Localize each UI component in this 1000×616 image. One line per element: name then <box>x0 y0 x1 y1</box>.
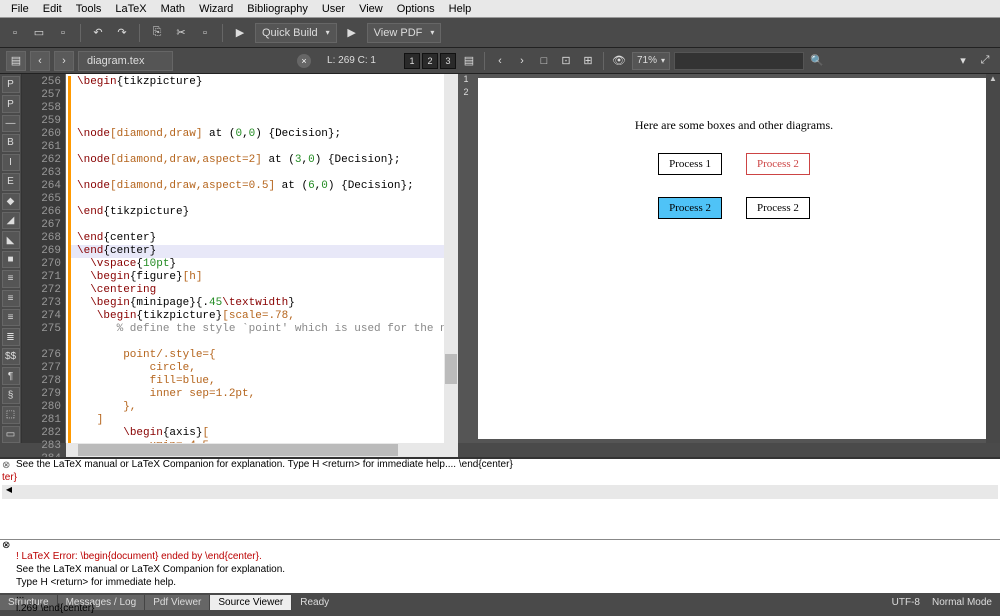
side-btn-3[interactable]: B <box>2 134 20 151</box>
side-btn-14[interactable]: $$ <box>2 348 20 365</box>
back-icon[interactable]: ‹ <box>30 51 50 71</box>
expand-icon[interactable]: ⤢ <box>976 52 994 70</box>
side-toolbar: PP — BIE ◆ ◢ ◣ ■ ≡ ≡ ≡ ≣ $$ ¶ § ⬚ ▭ <box>0 74 22 443</box>
zoom-combo[interactable]: 71% <box>632 52 670 70</box>
side-btn-5[interactable]: E <box>2 173 20 190</box>
page-2[interactable]: 2 <box>422 53 438 69</box>
list-icon[interactable]: ▤ <box>460 52 478 70</box>
file-toolbar: ▤ ‹ › diagram.tex × L: 269 C: 1 123 ▤ ‹ … <box>0 48 1000 74</box>
pdf-box: Process 1 <box>658 153 722 175</box>
cursor-position: L: 269 C: 1 <box>327 55 376 66</box>
side-btn-7[interactable]: ◢ <box>2 212 20 229</box>
pdf-box: Process 2 <box>658 197 722 219</box>
close-icon[interactable]: × <box>297 54 311 68</box>
new-icon[interactable]: ▫ <box>6 24 24 42</box>
menu-edit[interactable]: Edit <box>36 3 69 15</box>
menu-view[interactable]: View <box>352 3 390 15</box>
pdf-box: Process 2 <box>746 153 810 175</box>
forward-icon[interactable]: › <box>54 51 74 71</box>
marker-column: 12 <box>458 74 474 443</box>
pdf-box: Process 2 <box>746 197 810 219</box>
save-icon[interactable]: ▫ <box>54 24 72 42</box>
menu-user[interactable]: User <box>315 3 352 15</box>
log-suffix: ter} <box>2 472 998 485</box>
side-btn-15[interactable]: ¶ <box>2 367 20 384</box>
code-editor[interactable]: \begin{tikzpicture}\node[diamond,draw] a… <box>66 74 458 443</box>
menu-options[interactable]: Options <box>390 3 442 15</box>
side-btn-9[interactable]: ■ <box>2 251 20 268</box>
side-btn-16[interactable]: § <box>2 387 20 404</box>
log-line: See the LaTeX manual or LaTeX Companion … <box>2 564 998 577</box>
log-scrollbar[interactable]: ◀ <box>2 485 998 499</box>
log-text: See the LaTeX manual or LaTeX Companion … <box>2 459 998 472</box>
menubar: FileEditToolsLaTeXMathWizardBibliography… <box>0 0 1000 18</box>
side-btn-1[interactable]: P <box>2 95 20 112</box>
copy-icon[interactable]: ⎘ <box>148 24 166 42</box>
log-error: ! LaTeX Error: \begin{document} ended by… <box>2 551 998 564</box>
view-icon[interactable]: ▶ <box>343 24 361 42</box>
side-btn-17[interactable]: ⬚ <box>2 406 20 423</box>
side-btn-4[interactable]: I <box>2 154 20 171</box>
search-icon[interactable]: 🔍 <box>808 52 826 70</box>
side-btn-11[interactable]: ≡ <box>2 290 20 307</box>
log2-close-icon[interactable]: ⊗ <box>2 540 10 551</box>
nav2-icon[interactable]: › <box>513 52 531 70</box>
page-3[interactable]: 3 <box>440 53 456 69</box>
menu-icon[interactable]: ▤ <box>6 51 26 71</box>
editor-scrollbar-v[interactable] <box>444 74 458 443</box>
zoom2-icon[interactable]: ⊞ <box>579 52 597 70</box>
editor-scrollbar-h[interactable] <box>66 443 458 457</box>
menu-file[interactable]: File <box>4 3 36 15</box>
nav1-icon[interactable]: ‹ <box>491 52 509 70</box>
pdf-preview: Here are some boxes and other diagrams. … <box>474 74 1000 443</box>
log-line: ... <box>2 590 998 603</box>
undo-icon[interactable]: ↶ <box>89 24 107 42</box>
build-icon[interactable]: ▶ <box>231 24 249 42</box>
paste-icon[interactable]: ▫ <box>196 24 214 42</box>
menu-help[interactable]: Help <box>442 3 479 15</box>
log-line: l.269 \end{center} <box>2 603 998 616</box>
redo-icon[interactable]: ↷ <box>113 24 131 42</box>
side-btn-0[interactable]: P <box>2 76 20 93</box>
side-btn-18[interactable]: ▭ <box>2 426 20 443</box>
menu-latex[interactable]: LaTeX <box>108 3 153 15</box>
menu-math[interactable]: Math <box>154 3 192 15</box>
zoom1-icon[interactable]: ⊡ <box>557 52 575 70</box>
side-btn-10[interactable]: ≡ <box>2 270 20 287</box>
pdf-page: Here are some boxes and other diagrams. … <box>478 78 990 439</box>
menu-bibliography[interactable]: Bibliography <box>240 3 315 15</box>
log-panel-2: ⊗ ! LaTeX Error: \begin{document} ended … <box>0 539 1000 593</box>
side-btn-13[interactable]: ≣ <box>2 328 20 345</box>
main-toolbar: ▫ ▭ ▫ ↶ ↷ ⎘ ✂ ▫ ▶ Quick Build ▶ View PDF <box>0 18 1000 48</box>
log-line: Type H <return> for immediate help. <box>2 577 998 590</box>
main-area: PP — BIE ◆ ◢ ◣ ■ ≡ ≡ ≡ ≣ $$ ¶ § ⬚ ▭ 2562572582592602612… <box>0 74 1000 443</box>
pdf-scrollbar[interactable]: ▲ <box>986 74 1000 443</box>
view-combo[interactable]: View PDF <box>367 23 442 43</box>
config-icon[interactable]: ▾ <box>954 52 972 70</box>
side-btn-12[interactable]: ≡ <box>2 309 20 326</box>
cut-icon[interactable]: ✂ <box>172 24 190 42</box>
menu-tools[interactable]: Tools <box>69 3 109 15</box>
side-btn-8[interactable]: ◣ <box>2 231 20 248</box>
page-1[interactable]: 1 <box>404 53 420 69</box>
side-btn-6[interactable]: ◆ <box>2 193 20 210</box>
log-close-icon[interactable]: ⊗ <box>2 460 10 471</box>
search-input[interactable] <box>674 52 804 70</box>
eye-icon[interactable]: 👁 <box>610 52 628 70</box>
line-gutter: 2562572582592602612622632642652662672682… <box>22 74 66 443</box>
open-icon[interactable]: ▭ <box>30 24 48 42</box>
log-panel-1: ⊗ See the LaTeX manual or LaTeX Companio… <box>0 457 1000 539</box>
file-tab[interactable]: diagram.tex <box>78 51 173 71</box>
fit-icon[interactable]: □ <box>535 52 553 70</box>
build-combo[interactable]: Quick Build <box>255 23 337 43</box>
menu-wizard[interactable]: Wizard <box>192 3 240 15</box>
side-btn-2[interactable]: — <box>2 115 20 132</box>
pdf-heading: Here are some boxes and other diagrams. <box>478 118 990 133</box>
